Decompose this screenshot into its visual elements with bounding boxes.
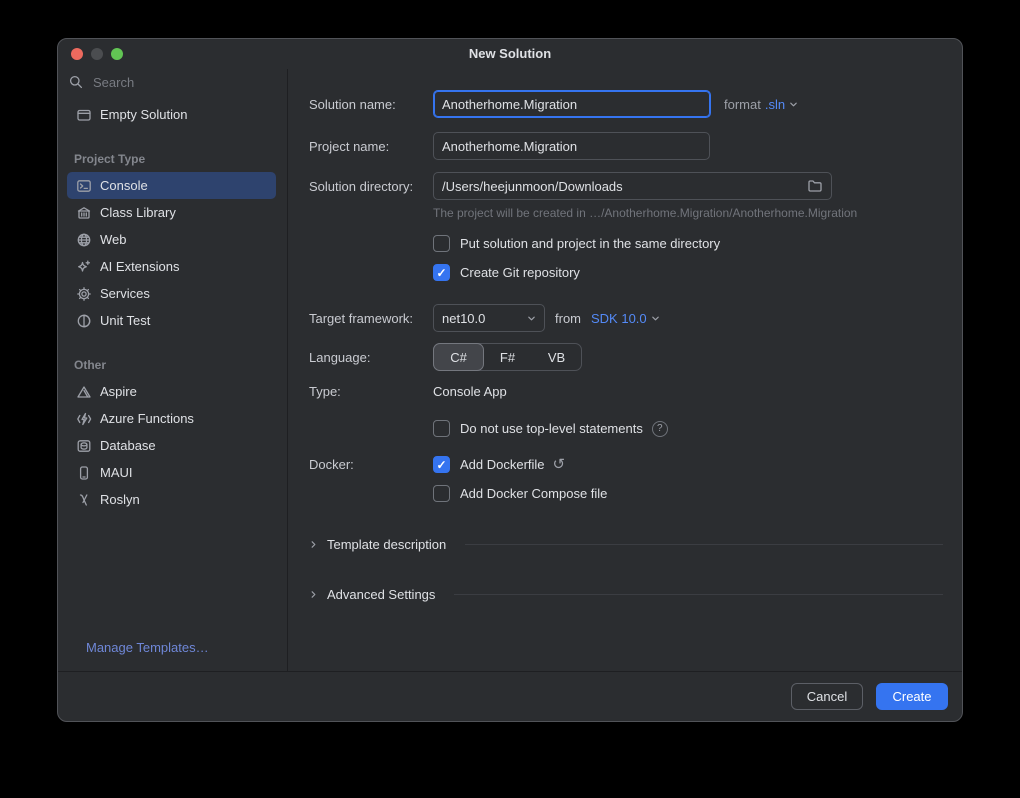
solution-name-input[interactable]: Anotherhome.Migration xyxy=(433,90,711,118)
divider xyxy=(454,594,943,595)
sidebar-item-console[interactable]: Console xyxy=(67,172,276,199)
sidebar-item-aspire[interactable]: Aspire xyxy=(67,378,276,405)
sidebar-item-web[interactable]: Web xyxy=(67,226,276,253)
template-sidebar: Search Empty Solution Project Type Conso… xyxy=(58,69,288,671)
checkbox-create-git[interactable]: ✓ Create Git repository xyxy=(433,264,580,281)
sidebar-item-azure-functions[interactable]: Azure Functions xyxy=(67,405,276,432)
flask-icon xyxy=(76,313,92,329)
chevron-down-icon xyxy=(528,316,535,320)
phone-icon xyxy=(76,465,92,481)
target-framework-select[interactable]: net10.0 xyxy=(433,304,545,332)
directory-hint-text: The project will be created in …/Another… xyxy=(433,206,858,220)
sparkle-icon xyxy=(76,259,92,275)
checkbox-box: ✓ xyxy=(433,264,450,281)
checkbox-same-directory[interactable]: ✓ Put solution and project in the same d… xyxy=(433,235,720,252)
new-solution-dialog: New Solution Search Empty Solution Proje… xyxy=(57,38,963,722)
terminal-icon xyxy=(76,178,92,194)
sidebar-item-empty-solution[interactable]: Empty Solution xyxy=(67,101,276,128)
manage-templates-link[interactable]: Manage Templates… xyxy=(86,640,209,655)
chevron-down-icon[interactable] xyxy=(651,314,660,323)
type-label: Type: xyxy=(309,384,341,399)
sidebar-item-ai-extensions[interactable]: AI Extensions xyxy=(67,253,276,280)
language-option-csharp[interactable]: C# xyxy=(433,343,484,371)
sidebar-item-roslyn[interactable]: Roslyn xyxy=(67,486,276,513)
sidebar-item-class-library[interactable]: Class Library xyxy=(67,199,276,226)
language-option-vb[interactable]: VB xyxy=(532,344,581,370)
sidebar-item-maui[interactable]: MAUI xyxy=(67,459,276,486)
lambda-icon xyxy=(76,492,92,508)
dialog-footer: Cancel Create xyxy=(58,671,962,721)
create-button[interactable]: Create xyxy=(876,683,948,710)
undo-icon[interactable]: ↺ xyxy=(553,457,566,472)
search-placeholder: Search xyxy=(93,74,135,90)
template-description-expander[interactable]: Template description xyxy=(309,537,943,552)
type-value: Console App xyxy=(433,384,507,399)
database-icon xyxy=(76,438,92,454)
chevron-right-icon xyxy=(311,591,316,598)
triangle-icon xyxy=(76,384,92,400)
language-option-fsharp[interactable]: F# xyxy=(483,344,532,370)
solution-name-label: Solution name: xyxy=(309,96,396,112)
dialog-title: New Solution xyxy=(468,46,552,61)
library-icon xyxy=(76,205,92,221)
checkbox-box: ✓ xyxy=(433,235,450,252)
window-icon xyxy=(76,107,92,123)
checkbox-add-docker-compose[interactable]: ✓ Add Docker Compose file xyxy=(433,485,607,502)
new-solution-form: Solution name: Anotherhome.Migration for… xyxy=(288,69,962,671)
section-header-other: Other xyxy=(74,358,107,372)
lightning-icon xyxy=(76,411,92,427)
project-name-input[interactable]: Anotherhome.Migration xyxy=(433,132,710,160)
title-bar: New Solution xyxy=(58,39,962,69)
search-icon xyxy=(69,75,83,89)
language-label: Language: xyxy=(309,349,371,365)
from-label: from xyxy=(555,310,581,326)
folder-icon[interactable] xyxy=(807,178,823,194)
sidebar-item-unit-test[interactable]: Unit Test xyxy=(67,307,276,334)
checkbox-box: ✓ xyxy=(433,456,450,473)
solution-directory-label: Solution directory: xyxy=(309,178,414,194)
checkbox-add-dockerfile[interactable]: ✓ Add Dockerfile xyxy=(433,456,545,473)
chevron-right-icon xyxy=(311,541,316,548)
checkbox-box: ✓ xyxy=(433,420,450,437)
gear-icon xyxy=(76,286,92,302)
format-label: format xyxy=(724,96,761,112)
section-header-project-type: Project Type xyxy=(74,152,146,166)
language-segmented-control: C# F# VB xyxy=(433,343,582,371)
cancel-button[interactable]: Cancel xyxy=(791,683,863,710)
advanced-settings-expander[interactable]: Advanced Settings xyxy=(309,587,943,602)
project-name-label: Project name: xyxy=(309,138,390,154)
sidebar-item-services[interactable]: Services xyxy=(67,280,276,307)
help-icon[interactable]: ? xyxy=(651,420,668,437)
target-framework-label: Target framework: xyxy=(309,310,414,326)
solution-directory-input[interactable]: /Users/heejunmoon/Downloads xyxy=(433,172,832,200)
checkbox-top-level-statements[interactable]: ✓ Do not use top-level statements xyxy=(433,420,643,437)
divider xyxy=(465,544,943,545)
search-input[interactable]: Search xyxy=(58,69,287,95)
format-value-link[interactable]: .sln xyxy=(765,97,785,112)
sidebar-item-database[interactable]: Database xyxy=(67,432,276,459)
chevron-down-icon[interactable] xyxy=(789,100,798,109)
globe-icon xyxy=(76,232,92,248)
checkbox-box: ✓ xyxy=(433,485,450,502)
sdk-version-link[interactable]: SDK 10.0 xyxy=(591,311,647,326)
docker-label: Docker: xyxy=(309,457,354,472)
